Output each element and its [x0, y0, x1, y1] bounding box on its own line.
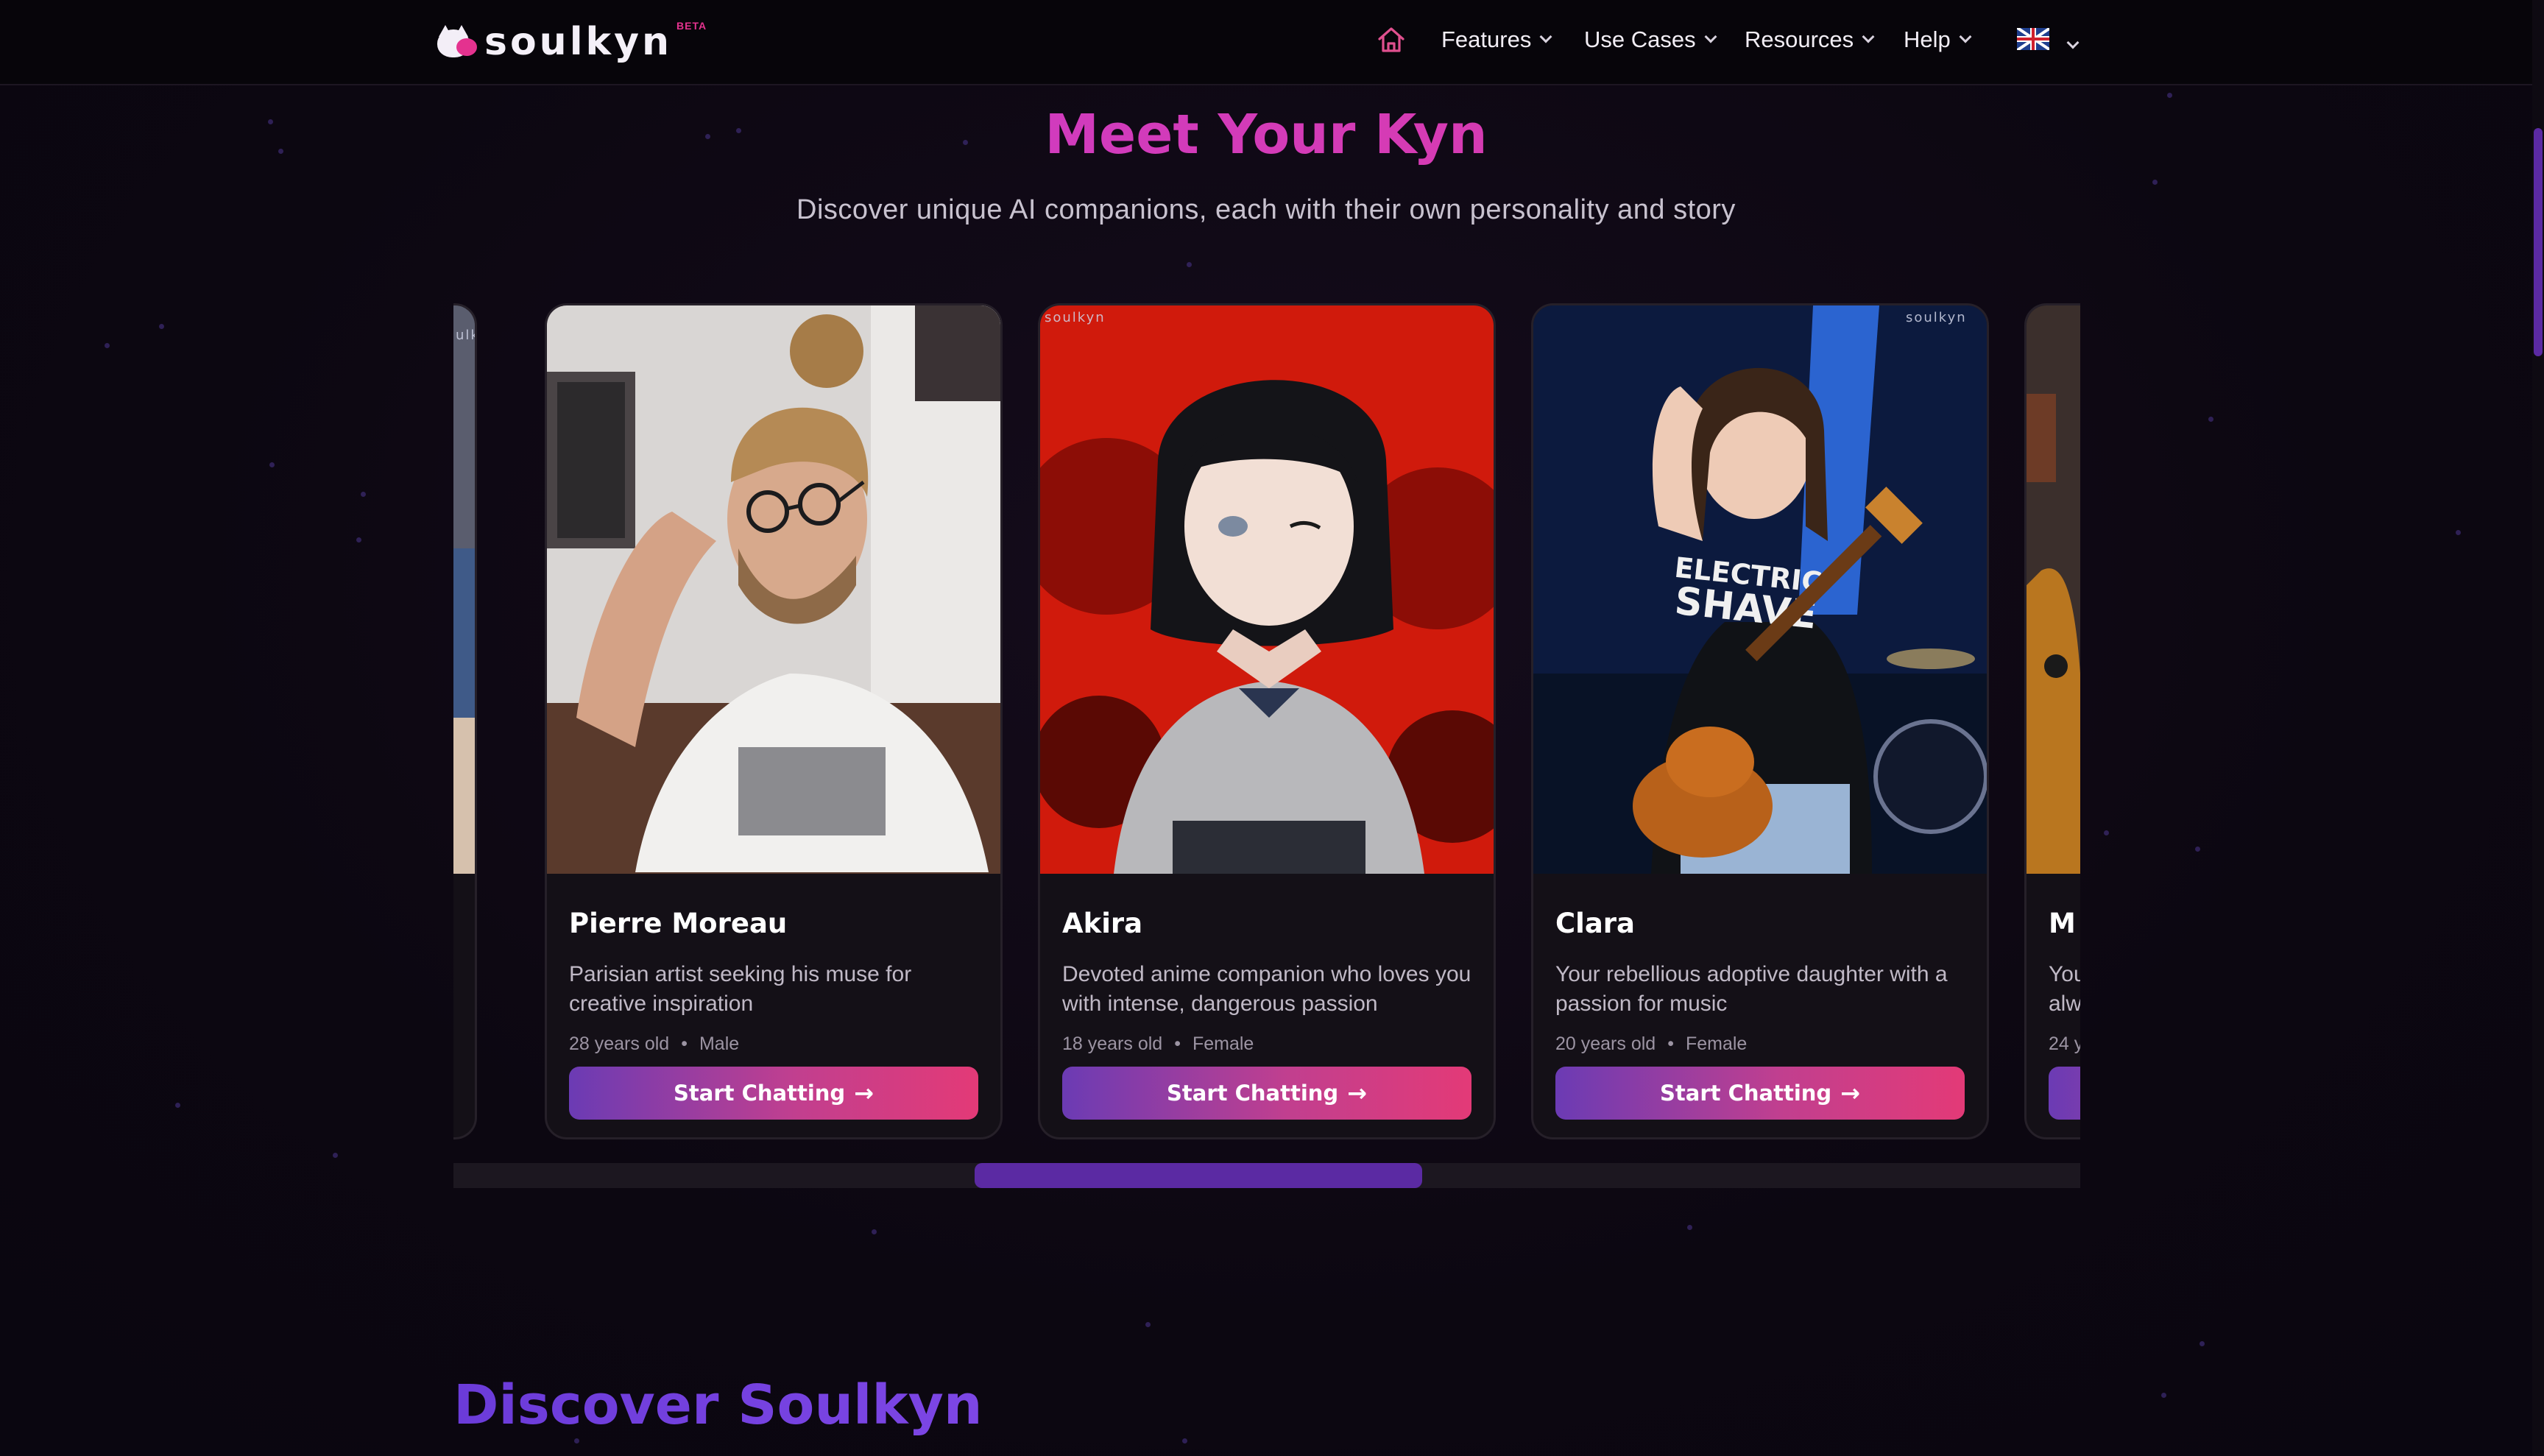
- watermark-text: soulkyn: [1906, 310, 1967, 325]
- background-star: [105, 343, 110, 348]
- start-chatting-button[interactable]: Start Chatting →: [569, 1067, 978, 1120]
- companion-image: [2027, 305, 2080, 874]
- top-navigation-bar: [0, 0, 2532, 85]
- uk-flag-icon[interactable]: [2017, 28, 2049, 50]
- background-star: [872, 1229, 877, 1234]
- companion-image: ulkyn: [453, 305, 475, 874]
- watermark-text: ulkyn: [456, 328, 475, 343]
- companion-age: 24 y: [2049, 1033, 2080, 1054]
- chevron-down-icon: [1704, 30, 1717, 43]
- brand-name: soulkyn: [484, 20, 673, 64]
- description-line: alw: [2049, 992, 2080, 1016]
- background-star: [2200, 1341, 2205, 1346]
- description-line: You: [2049, 962, 2080, 986]
- soulkyn-logo[interactable]: soulkyn BETA: [436, 16, 707, 68]
- cat-logo-icon: [436, 24, 478, 60]
- background-star: [2152, 180, 2158, 185]
- nav-resources-label: Resources: [1745, 26, 1854, 52]
- companion-image-akira: soulkyn: [1040, 305, 1494, 874]
- companion-image-pierre: [547, 305, 1000, 874]
- carousel-scroll-thumb[interactable]: [975, 1163, 1422, 1188]
- background-star: [2195, 847, 2200, 852]
- companion-age: 20 years old: [1555, 1033, 1656, 1054]
- companion-card-body: Akira Devoted anime companion who loves …: [1062, 908, 1474, 1055]
- companion-description: Devoted anime companion who loves you wi…: [1062, 962, 1471, 1016]
- companion-card-partial[interactable]: ulkyn: [453, 303, 477, 1139]
- arrow-right-icon: →: [1840, 1079, 1860, 1107]
- companion-age: 28 years old: [569, 1033, 670, 1054]
- chevron-down-icon: [1539, 30, 1552, 43]
- background-star: [1182, 1438, 1187, 1443]
- background-star: [159, 324, 164, 329]
- watermark-text: soulkyn: [1045, 310, 1106, 325]
- nav-help-label: Help: [1904, 26, 1951, 52]
- companion-image-clara: ELECTRIC SHAVE soulkyn: [1533, 305, 1987, 874]
- background-star: [356, 537, 361, 543]
- background-star: [2208, 417, 2213, 422]
- section-subtitle: Discover unique AI companions, each with…: [796, 194, 1736, 225]
- companion-card-body: Pierre Moreau Parisian artist seeking hi…: [569, 908, 981, 1055]
- nav-use-cases-label: Use Cases: [1584, 26, 1696, 52]
- background-star: [333, 1153, 338, 1158]
- nav-help[interactable]: Help: [1904, 24, 1972, 56]
- companion-name: Pierre Moreau: [569, 908, 788, 939]
- companion-meta: 18 years old • Female: [1062, 1033, 1474, 1055]
- background-star: [269, 462, 275, 467]
- separator-dot: •: [681, 1033, 688, 1054]
- separator-dot: •: [1667, 1033, 1674, 1054]
- companion-card-body: Clara Your rebellious adoptive daughter …: [1555, 908, 1968, 1055]
- companion-gender: Male: [699, 1033, 740, 1054]
- companion-card[interactable]: soulkyn Akira Devoted anime companion wh…: [1038, 303, 1496, 1139]
- background-star: [361, 492, 366, 497]
- companion-age: 18 years old: [1062, 1033, 1163, 1054]
- background-star: [2456, 530, 2461, 535]
- nav-resources[interactable]: Resources: [1745, 24, 1875, 56]
- start-chatting-button[interactable]: Start Chatting →: [1555, 1067, 1965, 1120]
- companion-name: Akira: [1062, 908, 1143, 939]
- companion-name: Clara: [1555, 908, 1636, 939]
- companion-card-body: M You alw 24 y: [2049, 908, 2080, 1055]
- page-scrollbar-thumb[interactable]: [2534, 128, 2543, 356]
- companion-gender: Female: [1192, 1033, 1254, 1054]
- companion-carousel[interactable]: ulkyn: [453, 300, 2080, 1145]
- companion-card[interactable]: Pierre Moreau Parisian artist seeking hi…: [545, 303, 1003, 1139]
- start-chatting-label: Start Chatting: [1167, 1081, 1339, 1106]
- arrow-right-icon: →: [1347, 1079, 1367, 1107]
- nav-use-cases[interactable]: Use Cases: [1584, 24, 1717, 56]
- nav-features-label: Features: [1441, 26, 1532, 52]
- chevron-down-icon: [1959, 30, 1972, 43]
- beta-badge: BETA: [676, 20, 707, 32]
- companion-description: Your rebellious adoptive daughter with a…: [1555, 962, 1948, 1016]
- background-star: [2161, 1393, 2166, 1398]
- companion-description: Parisian artist seeking his muse for cre…: [569, 962, 912, 1016]
- start-chatting-label: Start Chatting: [1660, 1081, 1832, 1106]
- start-chatting-button[interactable]: [2049, 1067, 2080, 1120]
- start-chatting-button[interactable]: Start Chatting →: [1062, 1067, 1471, 1120]
- companion-gender: Female: [1685, 1033, 1748, 1054]
- background-star: [1187, 262, 1192, 267]
- background-star: [1145, 1322, 1151, 1327]
- companion-card-partial[interactable]: M You alw 24 y: [2024, 303, 2080, 1139]
- start-chatting-label: Start Chatting: [674, 1081, 846, 1106]
- companion-meta: 28 years old • Male: [569, 1033, 981, 1055]
- companion-description: You alw: [2049, 960, 2080, 1019]
- home-icon[interactable]: [1375, 25, 1407, 54]
- chevron-down-icon: [1862, 30, 1875, 43]
- nav-features[interactable]: Features: [1441, 24, 1552, 56]
- language-selector[interactable]: [2058, 29, 2080, 62]
- background-star: [2104, 830, 2109, 835]
- arrow-right-icon: →: [854, 1079, 874, 1107]
- background-star: [574, 1438, 579, 1443]
- separator-dot: •: [1174, 1033, 1181, 1054]
- background-star: [2167, 93, 2172, 98]
- background-star: [175, 1103, 180, 1108]
- companion-name: M: [2049, 908, 2076, 939]
- background-star: [1687, 1225, 1692, 1230]
- chevron-down-icon: [2066, 36, 2080, 49]
- discover-section-title: Discover Soulkyn: [453, 1374, 983, 1437]
- section-title: Meet Your Kyn: [0, 103, 2532, 166]
- companion-card[interactable]: ELECTRIC SHAVE soulkyn Clara Your rebell…: [1531, 303, 1989, 1139]
- companion-meta: 20 years old • Female: [1555, 1033, 1968, 1055]
